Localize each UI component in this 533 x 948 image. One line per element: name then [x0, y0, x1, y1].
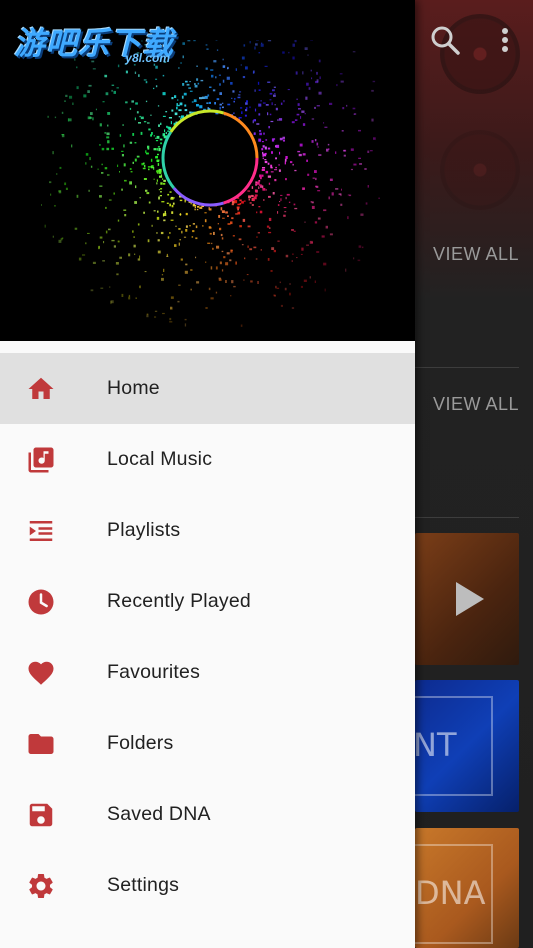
drawer-menu: Home Local Music Playlists Recently Play…: [0, 353, 415, 921]
menu-item-home[interactable]: Home: [0, 353, 415, 424]
drawer-header: 游吧乐下载 y8l.com: [0, 0, 415, 341]
view-all-link[interactable]: VIEW ALL: [433, 394, 519, 415]
app-logo: 游吧乐下载 y8l.com: [14, 18, 174, 65]
album-card[interactable]: DNA: [415, 828, 519, 948]
save-icon: [26, 800, 56, 830]
menu-item-recently-played[interactable]: Recently Played: [0, 566, 415, 637]
menu-label: Local Music: [107, 448, 213, 470]
menu-label: Playlists: [107, 519, 181, 541]
heart-icon: [26, 658, 56, 688]
library-music-icon: [26, 445, 56, 475]
divider: [415, 367, 519, 368]
divider: [415, 517, 519, 518]
menu-label: Settings: [107, 874, 180, 896]
menu-item-folders[interactable]: Folders: [0, 708, 415, 779]
card-text: NT: [415, 726, 457, 764]
menu-label: Folders: [107, 732, 174, 754]
menu-item-local-music[interactable]: Local Music: [0, 424, 415, 495]
menu-item-playlists[interactable]: Playlists: [0, 495, 415, 566]
view-all-link[interactable]: VIEW ALL: [433, 244, 519, 265]
more-vert-icon[interactable]: [495, 20, 515, 60]
menu-label: Saved DNA: [107, 803, 211, 825]
gear-icon: [26, 871, 56, 901]
menu-label: Recently Played: [107, 590, 251, 612]
search-icon[interactable]: [425, 20, 465, 60]
play-icon[interactable]: [456, 582, 484, 616]
menu-item-settings[interactable]: Settings: [0, 850, 415, 921]
menu-item-saved-dna[interactable]: Saved DNA: [0, 779, 415, 850]
album-disc-art: [440, 130, 520, 210]
card-text: DNA: [415, 874, 486, 912]
clock-icon: [26, 587, 56, 617]
menu-label: Favourites: [107, 661, 201, 683]
logo-subtext: y8l.com: [125, 51, 170, 65]
visualizer-art: [41, 40, 380, 327]
menu-item-favourites[interactable]: Favourites: [0, 637, 415, 708]
navigation-drawer: 游吧乐下载 y8l.com Home Local Music Playlists: [0, 0, 415, 948]
album-card[interactable]: NT: [415, 680, 519, 812]
home-icon: [26, 374, 56, 404]
menu-label: Home: [107, 377, 160, 399]
folder-icon: [26, 729, 56, 759]
playlist-icon: [26, 516, 56, 546]
